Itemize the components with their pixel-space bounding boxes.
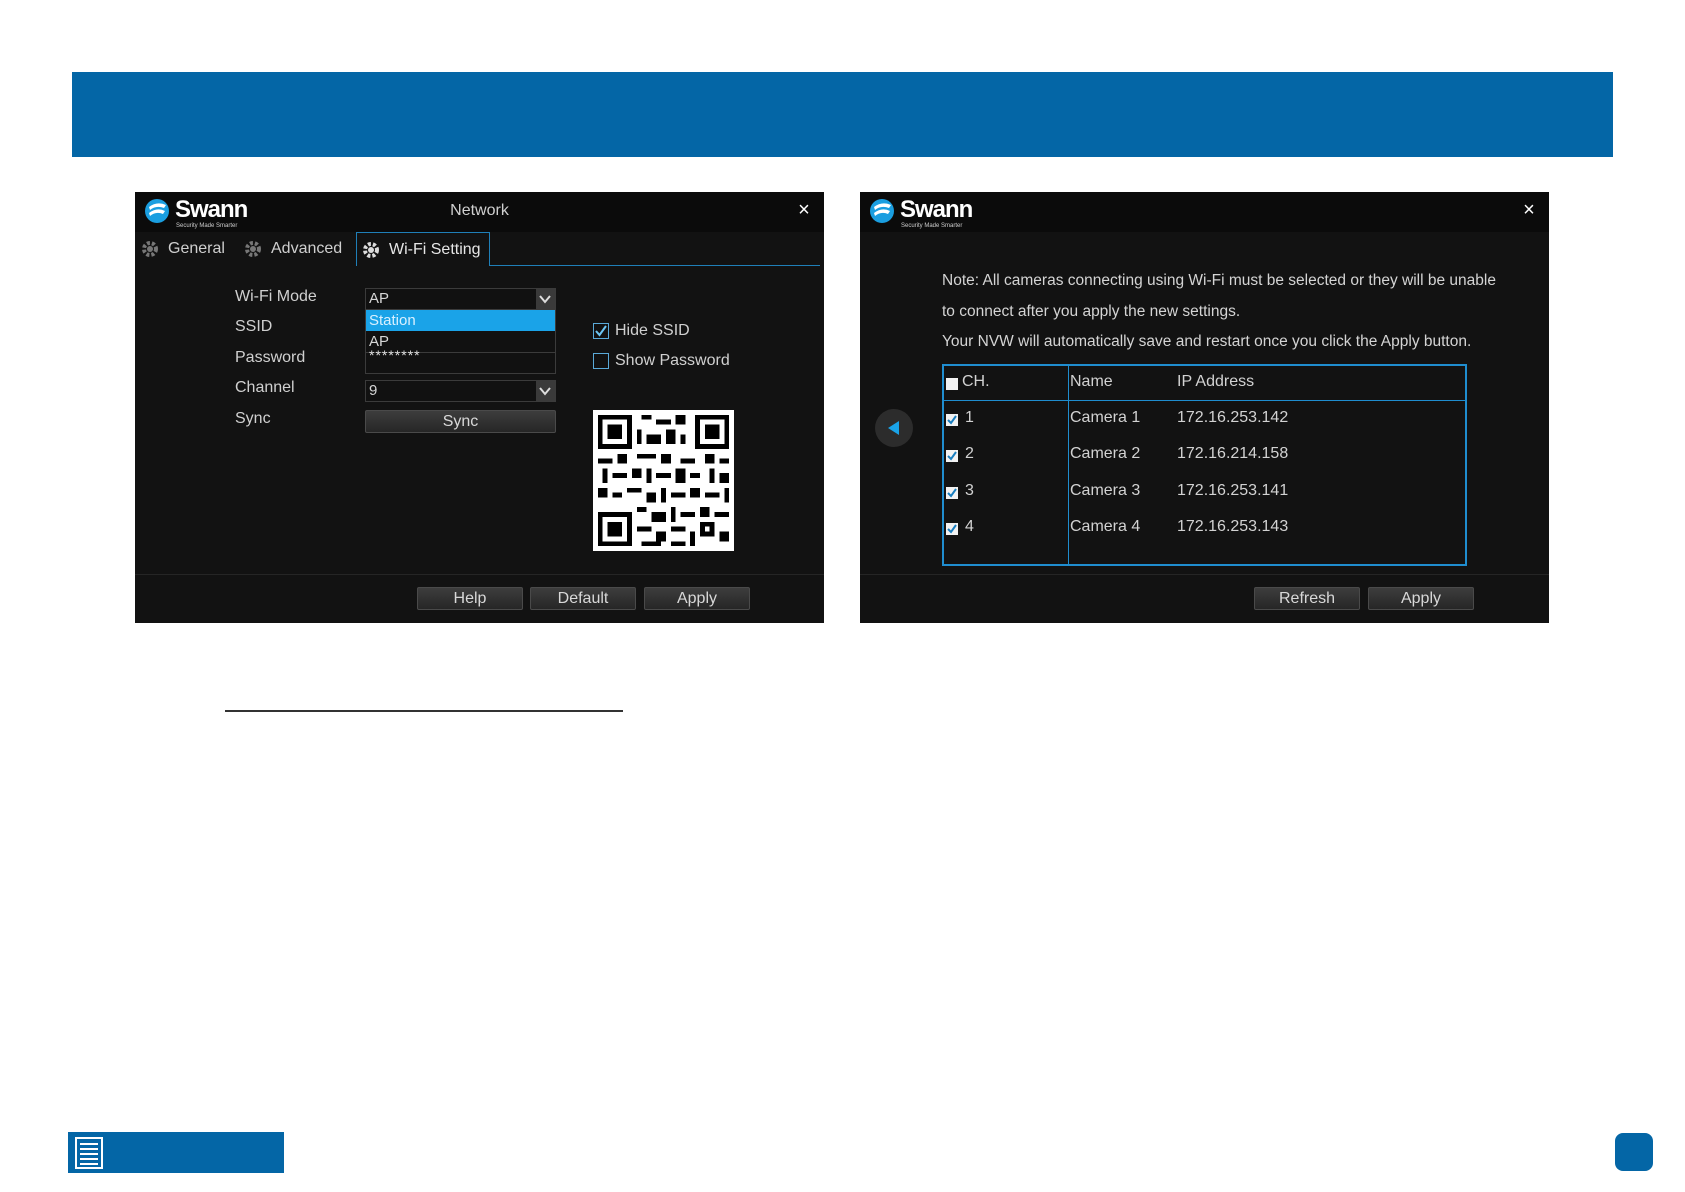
row-checkbox[interactable] bbox=[946, 523, 958, 535]
tab-bar: General Advanced Wi-Fi Setting bbox=[135, 232, 824, 266]
tab-wifi-setting[interactable]: Wi-Fi Setting bbox=[356, 232, 490, 266]
row-name: Camera 2 bbox=[1070, 445, 1141, 462]
header-name: Name bbox=[1070, 373, 1113, 390]
channel-label: Channel bbox=[235, 379, 295, 396]
row-ch: 3 bbox=[965, 482, 974, 499]
footer-divider bbox=[860, 574, 1549, 575]
note-line: Note: All cameras connecting using Wi-Fi… bbox=[942, 272, 1496, 289]
tab-label: Advanced bbox=[271, 240, 343, 257]
check-icon bbox=[947, 451, 957, 461]
row-ip: 172.16.253.142 bbox=[1177, 409, 1289, 426]
note-line: to connect after you apply the new setti… bbox=[942, 303, 1241, 320]
tab-advanced[interactable]: Advanced bbox=[243, 232, 342, 266]
channel-value: 9 bbox=[369, 382, 378, 399]
back-button[interactable] bbox=[875, 409, 913, 447]
logo-tagline: Security Made Smarter bbox=[901, 223, 963, 229]
checkbox-label: Show Password bbox=[615, 352, 730, 369]
refresh-button[interactable]: Refresh bbox=[1254, 587, 1360, 610]
help-button[interactable]: Help bbox=[417, 587, 523, 610]
gear-icon bbox=[142, 241, 158, 257]
chevron-down-icon[interactable] bbox=[536, 289, 555, 309]
row-checkbox[interactable] bbox=[946, 487, 958, 499]
option-station[interactable]: Station bbox=[366, 310, 555, 331]
page-number-badge bbox=[1615, 1133, 1653, 1171]
row-name: Camera 1 bbox=[1070, 409, 1141, 426]
row-name: Camera 4 bbox=[1070, 518, 1141, 535]
wifi-mode-value: AP bbox=[369, 290, 390, 307]
sync-label: Sync bbox=[235, 410, 271, 427]
header-ip: IP Address bbox=[1177, 373, 1255, 390]
check-icon bbox=[947, 524, 957, 534]
checkbox-box[interactable] bbox=[593, 353, 609, 369]
select-all-checkbox[interactable] bbox=[946, 378, 958, 390]
wifi-mode-select[interactable]: AP bbox=[365, 288, 556, 310]
title-bar: Swann Security Made Smarter × bbox=[860, 192, 1549, 232]
table-header-divider bbox=[944, 400, 1465, 401]
row-ch: 4 bbox=[965, 518, 974, 535]
hide-ssid-checkbox[interactable]: Hide SSID bbox=[593, 322, 690, 340]
checkbox-label: Hide SSID bbox=[615, 322, 690, 339]
ssid-label: SSID bbox=[235, 318, 273, 335]
logo-wordmark: Swann bbox=[900, 196, 973, 223]
checkbox-box[interactable] bbox=[593, 323, 609, 339]
password-label: Password bbox=[235, 349, 306, 366]
section-underline bbox=[225, 710, 623, 712]
tab-general[interactable]: General bbox=[140, 232, 225, 266]
row-ip: 172.16.253.143 bbox=[1177, 518, 1289, 535]
window-title: Network bbox=[450, 202, 509, 219]
document-icon bbox=[75, 1137, 103, 1169]
note-line: Your NVW will automatically save and res… bbox=[942, 333, 1472, 350]
table-column-divider bbox=[1068, 366, 1069, 564]
row-ch: 1 bbox=[965, 409, 974, 426]
header-ch: CH. bbox=[962, 373, 990, 390]
row-ip: 172.16.253.141 bbox=[1177, 482, 1289, 499]
row-checkbox[interactable] bbox=[946, 414, 958, 426]
apply-button[interactable]: Apply bbox=[644, 587, 750, 610]
close-button[interactable]: × bbox=[794, 199, 814, 221]
chevron-down-icon[interactable] bbox=[536, 381, 555, 401]
check-icon bbox=[595, 325, 607, 337]
password-value: ******** bbox=[369, 347, 421, 363]
row-name: Camera 3 bbox=[1070, 482, 1141, 499]
footer-divider bbox=[135, 574, 824, 575]
sync-button[interactable]: Sync bbox=[365, 410, 556, 433]
logo-tagline: Security Made Smarter bbox=[176, 223, 238, 229]
gear-icon bbox=[363, 241, 379, 258]
swann-logo-icon bbox=[870, 199, 894, 223]
qr-code-image bbox=[593, 410, 734, 551]
row-ch: 2 bbox=[965, 445, 974, 462]
title-bar: Swann Security Made Smarter Network × bbox=[135, 192, 824, 232]
row-ip: 172.16.214.158 bbox=[1177, 445, 1289, 462]
tab-label: General bbox=[168, 240, 225, 257]
default-button[interactable]: Default bbox=[530, 587, 636, 610]
check-icon bbox=[947, 415, 957, 425]
contents-tab[interactable] bbox=[68, 1132, 284, 1173]
gear-icon bbox=[245, 241, 261, 257]
wifi-mode-label: Wi-Fi Mode bbox=[235, 288, 317, 305]
close-button[interactable]: × bbox=[1519, 199, 1539, 221]
header-banner bbox=[72, 72, 1613, 157]
row-checkbox[interactable] bbox=[946, 450, 958, 462]
network-window: Swann Security Made Smarter Network × Ge… bbox=[135, 192, 824, 623]
channel-select[interactable]: 9 bbox=[365, 380, 556, 402]
camera-table: CH. Name IP Address 1 Camera 1 172.16.25… bbox=[942, 364, 1467, 566]
wifi-camera-window: Swann Security Made Smarter × Note: All … bbox=[860, 192, 1549, 623]
swann-logo: Swann Security Made Smarter bbox=[869, 195, 989, 231]
check-icon bbox=[947, 488, 957, 498]
show-password-checkbox[interactable]: Show Password bbox=[593, 352, 730, 370]
arrow-left-icon bbox=[888, 421, 899, 435]
apply-button[interactable]: Apply bbox=[1368, 587, 1474, 610]
tab-label: Wi-Fi Setting bbox=[389, 240, 481, 258]
